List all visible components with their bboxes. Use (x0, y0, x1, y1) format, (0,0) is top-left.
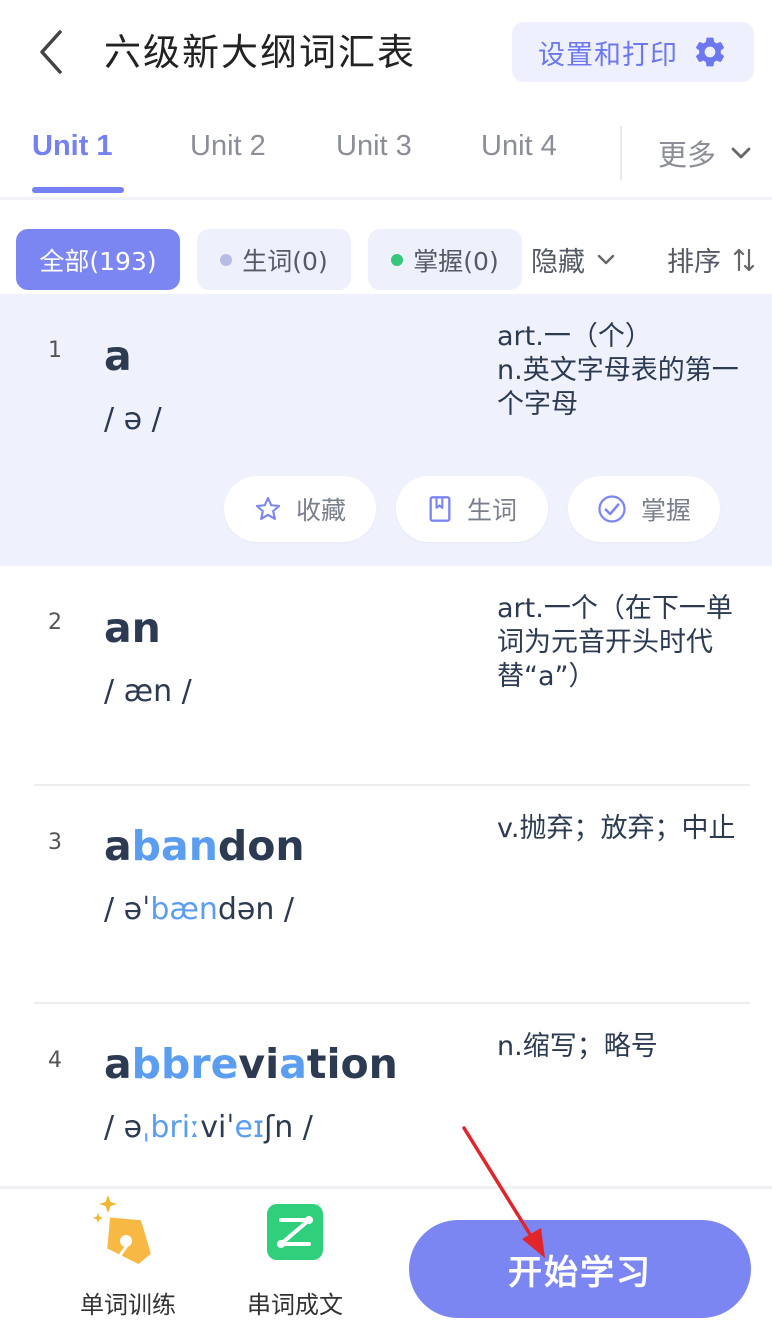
word-text: abbreviation (104, 1038, 398, 1090)
book-icon (429, 496, 451, 522)
word-training-label: 单词训练 (80, 1291, 176, 1319)
tab-unit-2[interactable]: Unit 2 (190, 130, 266, 163)
compose-article-label: 串词成文 (247, 1291, 343, 1319)
tab-more-label: 更多 (658, 138, 717, 172)
hide-dropdown[interactable]: 隐藏 (531, 240, 615, 279)
link-nodes-icon (267, 1204, 323, 1260)
word-meaning: n.缩写；略号 (497, 1031, 658, 1062)
back-button[interactable] (30, 24, 74, 80)
word-number: 3 (48, 830, 62, 855)
text-segment: an (104, 604, 161, 652)
tab-divider (620, 126, 622, 180)
mark-new-word-button[interactable]: 生词 (396, 476, 548, 542)
filter-bar: 全部(193) 生词(0) 掌握(0) 隐藏 排序 (0, 226, 772, 294)
highlighted-segment: ˌbriː (142, 1110, 201, 1145)
highlighted-segment: bæn (150, 892, 218, 927)
filter-known-label: 掌握(0) (413, 246, 499, 276)
word-row[interactable]: 4 abbreviation / əˌbriːviˈeɪʃn / n.缩写；略号 (0, 1004, 772, 1184)
unit-tabs: Unit 1 Unit 2 Unit 3 Unit 4 更多 (0, 108, 772, 200)
compose-article-button[interactable]: 串词成文 (242, 1189, 348, 1320)
filter-mastered-chip[interactable]: 掌握(0) (368, 229, 522, 290)
word-phonetic: / əˌbriːviˈeɪʃn / (104, 1110, 313, 1145)
text-segment: / ə / (104, 402, 162, 437)
tab-unit-4[interactable]: Unit 4 (481, 130, 557, 163)
mastered-dot (391, 253, 404, 266)
page-title: 六级新大纲词汇表 (104, 31, 416, 74)
start-learning-button[interactable]: 开始学习 (409, 1220, 751, 1318)
bottom-bar: 单词训练 串词成文 开始学习 (0, 1186, 772, 1324)
word-meaning: v.抛弃；放弃；中止 (497, 813, 736, 844)
sort-button[interactable]: 排序 (667, 240, 755, 279)
word-text: a (104, 330, 132, 382)
highlighted-segment: ban (131, 822, 218, 870)
word-list: 1 a / ə / art.一（个） n.英文字母表的第一个字母 收藏 生词 掌… (0, 294, 772, 1184)
chevron-down-icon (731, 147, 751, 159)
mark-mastered-button[interactable]: 掌握 (568, 476, 720, 542)
word-phonetic: / əˈbændən / (104, 892, 294, 927)
master-label: 掌握 (640, 496, 691, 525)
word-text: an (104, 602, 161, 654)
tab-unit-3[interactable]: Unit 3 (336, 130, 412, 163)
gear-icon (695, 37, 725, 67)
new-word-label: 生词 (466, 496, 517, 525)
start-learning-label: 开始学习 (508, 1252, 652, 1293)
hide-label: 隐藏 (531, 247, 585, 278)
filter-all-label: 全部(193) (39, 246, 157, 276)
text-segment: tion (306, 1040, 398, 1088)
settings-print-label: 设置和打印 (538, 39, 678, 71)
word-row[interactable]: 3 abandon / əˈbændən / v.抛弃；放弃；中止 (0, 786, 772, 1004)
text-segment: / əˈ (104, 892, 151, 927)
word-action-buttons: 收藏 生词 掌握 (224, 476, 720, 542)
text-segment: don (217, 822, 305, 870)
word-number: 1 (48, 338, 62, 363)
text-segment: viˈ (200, 1110, 235, 1145)
word-row[interactable]: 1 a / ə / art.一（个） n.英文字母表的第一个字母 收藏 生词 掌… (0, 294, 772, 566)
word-meaning: art.一个（在下一单词为元音开头时代替“a”） (497, 593, 733, 692)
back-arrow-icon (40, 30, 62, 74)
word-phonetic: / ə / (104, 402, 162, 437)
text-segment: a (104, 1040, 132, 1088)
highlighted-segment: bbre (131, 1040, 239, 1088)
filter-all-chip[interactable]: 全部(193) (16, 229, 180, 290)
highlighted-segment: eɪ (234, 1110, 265, 1145)
check-circle-icon (598, 495, 626, 523)
word-number: 2 (48, 610, 62, 635)
filter-new-words-chip[interactable]: 生词(0) (197, 229, 351, 290)
settings-print-button[interactable]: 设置和打印 (512, 22, 754, 82)
text-segment: ʃn / (264, 1110, 313, 1145)
text-segment: / æn / (104, 674, 192, 709)
star-icon (255, 496, 281, 520)
word-row[interactable]: 2 an / æn / art.一个（在下一单词为元音开头时代替“a”） (0, 566, 772, 786)
new-word-dot (220, 253, 233, 266)
word-training-button[interactable]: 单词训练 (72, 1189, 184, 1320)
tab-unit-1[interactable]: Unit 1 (32, 130, 113, 163)
text-segment: a (104, 822, 132, 870)
text-segment: vi (238, 1040, 280, 1088)
favorite-button[interactable]: 收藏 (224, 476, 376, 542)
text-segment: dən / (217, 892, 295, 927)
compose-icon-wrap (267, 1189, 323, 1275)
chevron-down-icon (597, 254, 615, 264)
filter-new-label: 生词(0) (242, 246, 328, 276)
header: 六级新大纲词汇表 设置和打印 (0, 0, 772, 105)
sort-label: 排序 (667, 247, 721, 278)
tab-more-button[interactable]: 更多 (658, 132, 752, 174)
highlighted-segment: a (279, 1040, 307, 1088)
active-tab-indicator (32, 187, 124, 193)
word-text: abandon (104, 820, 305, 872)
favorite-label: 收藏 (295, 496, 346, 525)
pen-sparkle-icon (93, 1195, 151, 1265)
sort-arrows-icon (733, 248, 755, 271)
word-phonetic: / æn / (104, 674, 192, 709)
word-number: 4 (48, 1048, 62, 1073)
word-meaning: art.一（个） n.英文字母表的第一个字母 (497, 321, 739, 420)
text-segment: a (104, 332, 132, 380)
text-segment: / ə (104, 1110, 143, 1145)
